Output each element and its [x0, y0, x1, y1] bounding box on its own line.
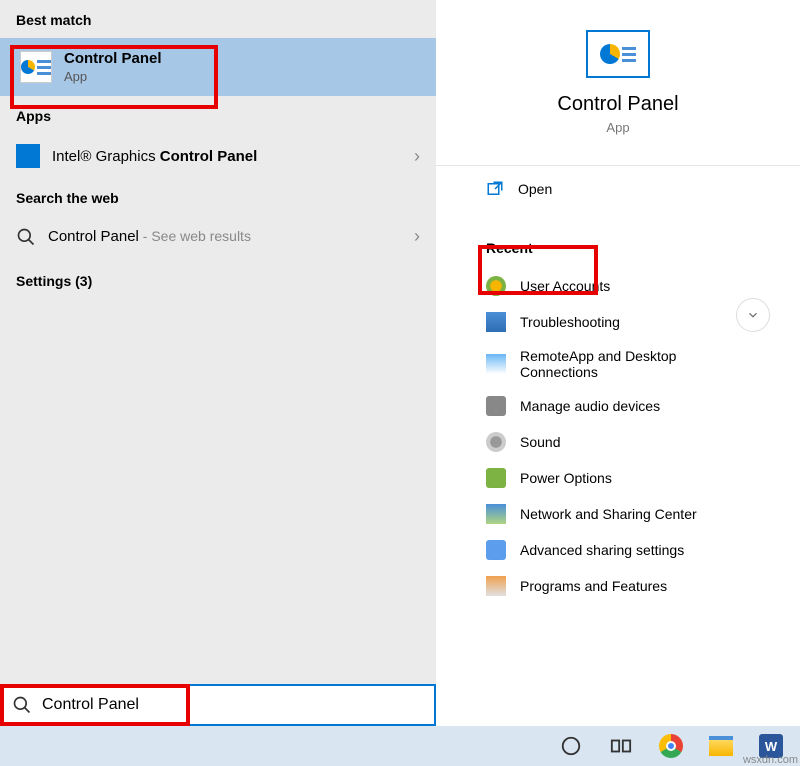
open-icon: [486, 180, 504, 198]
recent-item-programs[interactable]: Programs and Features: [436, 568, 800, 604]
recent-header: Recent: [436, 212, 800, 268]
best-match-header: Best match: [0, 0, 436, 38]
power-icon: [486, 468, 506, 488]
open-button[interactable]: Open: [436, 166, 800, 212]
watermark: wsxdn.com: [743, 754, 798, 766]
web-result-label: Control Panel - See web results: [48, 228, 414, 245]
expand-button[interactable]: [736, 298, 770, 332]
troubleshooting-icon: [486, 312, 506, 332]
recent-item-sharing[interactable]: Advanced sharing settings: [436, 532, 800, 568]
cortana-icon[interactable]: [557, 732, 585, 760]
app-result-label: Intel® Graphics Control Panel: [52, 148, 414, 165]
sharing-icon: [486, 540, 506, 560]
search-icon: [12, 695, 32, 715]
chevron-right-icon: ›: [414, 146, 420, 167]
audio-icon: [486, 396, 506, 416]
remoteapp-icon: [486, 354, 506, 374]
app-result-intel-graphics[interactable]: Intel® Graphics Control Panel ›: [0, 134, 436, 178]
apps-header: Apps: [0, 96, 436, 134]
search-input[interactable]: [42, 696, 434, 714]
settings-header[interactable]: Settings (3): [0, 257, 436, 305]
recent-item-audio[interactable]: Manage audio devices: [436, 388, 800, 424]
search-results-pane: Best match Control Panel App Apps Intel®…: [0, 0, 436, 725]
chevron-right-icon: ›: [414, 226, 420, 247]
best-match-subtitle: App: [64, 69, 162, 84]
recent-item-remoteapp[interactable]: RemoteApp and Desktop Connections: [436, 340, 800, 388]
search-web-header: Search the web: [0, 178, 436, 216]
file-explorer-icon[interactable]: [707, 732, 735, 760]
chevron-down-icon: [746, 308, 760, 322]
chrome-icon[interactable]: [657, 732, 685, 760]
web-result-control-panel[interactable]: Control Panel - See web results ›: [0, 216, 436, 257]
control-panel-icon: [20, 51, 52, 83]
detail-pane: Control Panel App Open Recent User Accou…: [436, 0, 800, 725]
intel-graphics-icon: [16, 144, 40, 168]
taskbar: W: [0, 726, 800, 766]
control-panel-large-icon: [586, 30, 650, 78]
search-box[interactable]: [0, 684, 436, 726]
user-accounts-icon: [486, 276, 506, 296]
network-icon: [486, 504, 506, 524]
sound-icon: [486, 432, 506, 452]
best-match-title: Control Panel: [64, 50, 162, 67]
detail-hero: Control Panel App: [436, 30, 800, 166]
open-label: Open: [518, 181, 552, 197]
recent-item-network[interactable]: Network and Sharing Center: [436, 496, 800, 532]
search-icon: [16, 227, 36, 247]
task-view-icon[interactable]: [607, 732, 635, 760]
best-match-control-panel[interactable]: Control Panel App: [0, 38, 436, 96]
recent-item-power[interactable]: Power Options: [436, 460, 800, 496]
detail-subtitle: App: [436, 120, 800, 135]
programs-icon: [486, 576, 506, 596]
detail-title: Control Panel: [436, 93, 800, 116]
recent-item-sound[interactable]: Sound: [436, 424, 800, 460]
